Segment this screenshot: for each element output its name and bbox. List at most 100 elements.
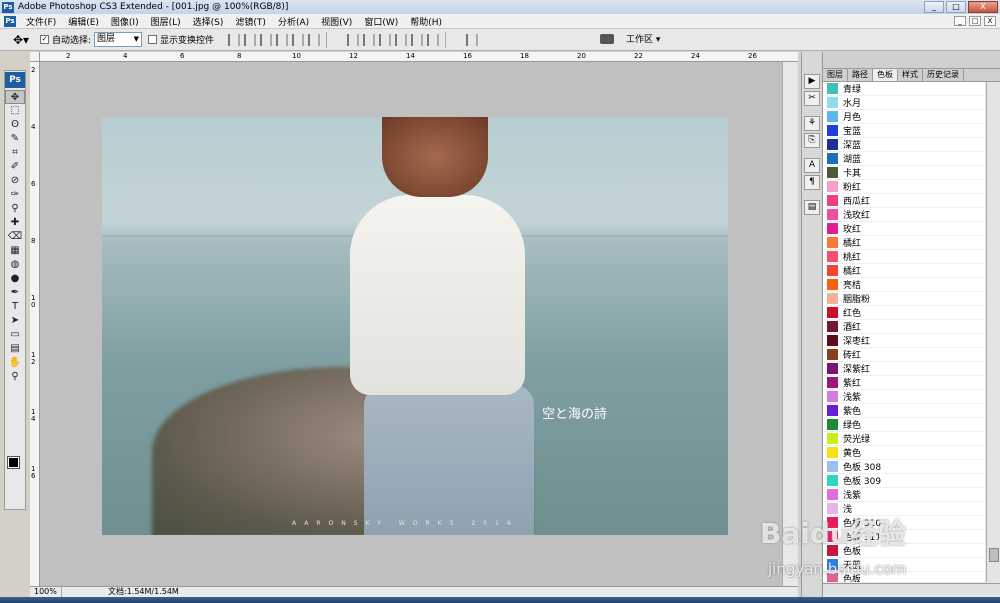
align-vcenter-icon[interactable]	[244, 33, 257, 46]
clone-source-icon[interactable]: ⎘	[804, 133, 820, 148]
panel-scroll-thumb[interactable]	[989, 548, 999, 562]
swatch-item[interactable]: 荧光绿	[823, 432, 985, 446]
minimize-button[interactable]: _	[924, 1, 944, 13]
swatch-item[interactable]: 青绿	[823, 82, 985, 96]
swatch-item[interactable]: 浅紫	[823, 390, 985, 404]
blur-tool-icon[interactable]: ◍	[5, 258, 25, 272]
swatch-item[interactable]: 粉红	[823, 180, 985, 194]
distribute-right-icon[interactable]	[427, 33, 440, 46]
path-selection-tool-icon[interactable]: ➤	[5, 314, 25, 328]
swatch-item[interactable]: 西瓜红	[823, 194, 985, 208]
tab-styles[interactable]: 样式	[898, 69, 923, 81]
lasso-tool-icon[interactable]: ʘ	[5, 118, 25, 132]
panel-scrollbar[interactable]	[986, 82, 1000, 582]
swatch-item[interactable]: 黄色	[823, 446, 985, 460]
menu-help[interactable]: 帮助(H)	[404, 15, 448, 28]
ruler-origin[interactable]	[30, 52, 40, 62]
document-icon[interactable]: Ps	[4, 15, 16, 27]
auto-select-dropdown[interactable]: 图层 ▼	[94, 32, 143, 47]
clone-stamp-tool-icon[interactable]: ⚲	[5, 202, 25, 216]
swatch-item[interactable]: 亮桔	[823, 278, 985, 292]
brushes-icon[interactable]: ⚘	[804, 116, 820, 131]
workspace-button[interactable]: 工作区 ▾	[626, 32, 660, 45]
show-transform-checkbox[interactable]	[148, 35, 158, 44]
swatch-item[interactable]: 浅玫红	[823, 208, 985, 222]
menu-analysis[interactable]: 分析(A)	[272, 15, 315, 28]
swatch-item[interactable]: 桃红	[823, 250, 985, 264]
gradient-tool-icon[interactable]: ▦	[5, 244, 25, 258]
menu-filter[interactable]: 滤镜(T)	[229, 15, 272, 28]
menu-edit[interactable]: 编辑(E)	[62, 15, 105, 28]
align-bottom-icon[interactable]	[260, 33, 273, 46]
auto-select-checkbox[interactable]: ✓	[40, 35, 49, 44]
crop-tool-icon[interactable]: ⌗	[5, 146, 25, 160]
swatch-item[interactable]: 砖红	[823, 348, 985, 362]
distribute-vcenter-icon[interactable]	[363, 33, 376, 46]
canvas-image[interactable]: 空と海の詩 AARONSKY WORKS 2014	[102, 117, 728, 535]
doc-minimize-button[interactable]: _	[954, 16, 966, 26]
close-button[interactable]: X	[968, 1, 998, 13]
tab-history[interactable]: 历史记录	[923, 69, 964, 81]
tool-presets-icon[interactable]: ✂	[804, 91, 820, 106]
layer-comps-icon[interactable]: ▤	[804, 200, 820, 215]
swatch-item[interactable]: 橘红	[823, 264, 985, 278]
healing-brush-tool-icon[interactable]: ⊘	[5, 174, 25, 188]
menu-file[interactable]: 文件(F)	[20, 15, 62, 28]
notes-tool-icon[interactable]: ▤	[5, 342, 25, 356]
swatch-item[interactable]: 绿色	[823, 418, 985, 432]
swatch-item[interactable]: 色板 308	[823, 460, 985, 474]
swatch-item[interactable]: 紫色	[823, 404, 985, 418]
slice-tool-icon[interactable]: ✐	[5, 160, 25, 174]
paragraph-icon[interactable]: ¶	[804, 175, 820, 190]
vertical-ruler[interactable]: 2 4 6 8 10 12 14 16	[30, 62, 40, 586]
ps-logo[interactable]: Ps	[5, 72, 25, 88]
swatch-item[interactable]: 浅紫	[823, 488, 985, 502]
swatch-item[interactable]: 深蓝	[823, 138, 985, 152]
distribute-top-icon[interactable]	[347, 33, 360, 46]
menu-layer[interactable]: 图层(L)	[145, 15, 187, 28]
maximize-button[interactable]: □	[946, 1, 966, 13]
menu-image[interactable]: 图像(I)	[105, 15, 145, 28]
move-tool-icon[interactable]: ✥	[5, 90, 25, 104]
bridge-icon[interactable]	[600, 34, 614, 44]
tab-swatches[interactable]: 色板	[873, 69, 898, 81]
type-tool-icon[interactable]: T	[5, 300, 25, 314]
doc-close-button[interactable]: X	[984, 16, 996, 26]
swatch-item[interactable]: 湖蓝	[823, 152, 985, 166]
swatch-item[interactable]: 深紫红	[823, 362, 985, 376]
dodge-tool-icon[interactable]: ●	[5, 272, 25, 286]
swatch-item[interactable]: 水月	[823, 96, 985, 110]
magic-wand-tool-icon[interactable]: ✎	[5, 132, 25, 146]
pen-tool-icon[interactable]: ✒	[5, 286, 25, 300]
align-right-icon[interactable]	[308, 33, 321, 46]
swatch-item[interactable]: 紫红	[823, 376, 985, 390]
history-brush-tool-icon[interactable]: ✚	[5, 216, 25, 230]
eraser-tool-icon[interactable]: ⌫	[5, 230, 25, 244]
swatch-item[interactable]: 色板 309	[823, 474, 985, 488]
distribute-left-icon[interactable]	[395, 33, 408, 46]
auto-align-icon[interactable]	[466, 33, 479, 46]
distribute-bottom-icon[interactable]	[379, 33, 392, 46]
swatch-item[interactable]: 卡其	[823, 166, 985, 180]
shape-tool-icon[interactable]: ▭	[5, 328, 25, 342]
swatch-item[interactable]: 宝蓝	[823, 124, 985, 138]
swatch-item[interactable]: 酒红	[823, 320, 985, 334]
zoom-tool-icon[interactable]: ⚲	[5, 370, 25, 384]
swatch-item[interactable]: 深枣红	[823, 334, 985, 348]
swatch-item[interactable]: 玫红	[823, 222, 985, 236]
brush-tool-icon[interactable]: ✑	[5, 188, 25, 202]
menu-select[interactable]: 选择(S)	[187, 15, 230, 28]
distribute-hcenter-icon[interactable]	[411, 33, 424, 46]
document-scrollbar[interactable]	[782, 62, 798, 586]
navigator-icon[interactable]: ▶	[804, 74, 820, 89]
align-left-icon[interactable]	[276, 33, 289, 46]
marquee-tool-icon[interactable]: ⬚	[5, 104, 25, 118]
align-top-icon[interactable]	[228, 33, 241, 46]
zoom-level[interactable]: 100%	[30, 587, 62, 597]
horizontal-ruler[interactable]: 2 4 6 8 10 12 14 16 18 20 22 24 26	[40, 52, 798, 62]
swatch-item[interactable]: 月色	[823, 110, 985, 124]
hand-tool-icon[interactable]: ✋	[5, 356, 25, 370]
menu-view[interactable]: 视图(V)	[315, 15, 358, 28]
foreground-color-swatch[interactable]	[7, 456, 20, 469]
move-tool-preset-icon[interactable]: ✥▾	[8, 31, 34, 49]
